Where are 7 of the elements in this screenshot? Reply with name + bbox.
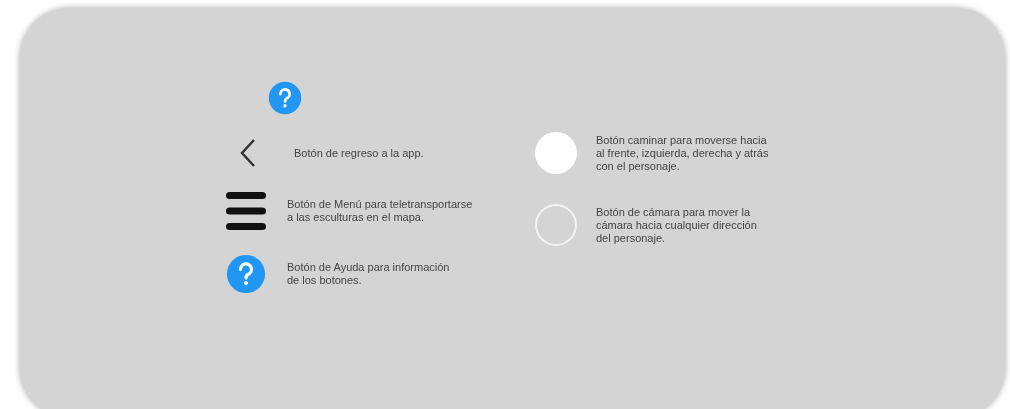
description-text: Botón de cámara para mover la cámara hacia cualquier dirección del personaje. (596, 205, 757, 245)
description-text: Botón de Ayuda para información de los botones. (287, 261, 450, 287)
description-text: Botón de Menú para teletransportarse a las esculturas en el mapa. (287, 198, 473, 224)
description-text: Botón de regreso a la app. (294, 146, 424, 160)
description-text: Botón caminar para moverse hacia al frente, izquierda, derecha y atrás con el personaje. (596, 133, 769, 173)
menu-icon[interactable] (225, 190, 267, 232)
help-icon[interactable] (225, 254, 267, 294)
